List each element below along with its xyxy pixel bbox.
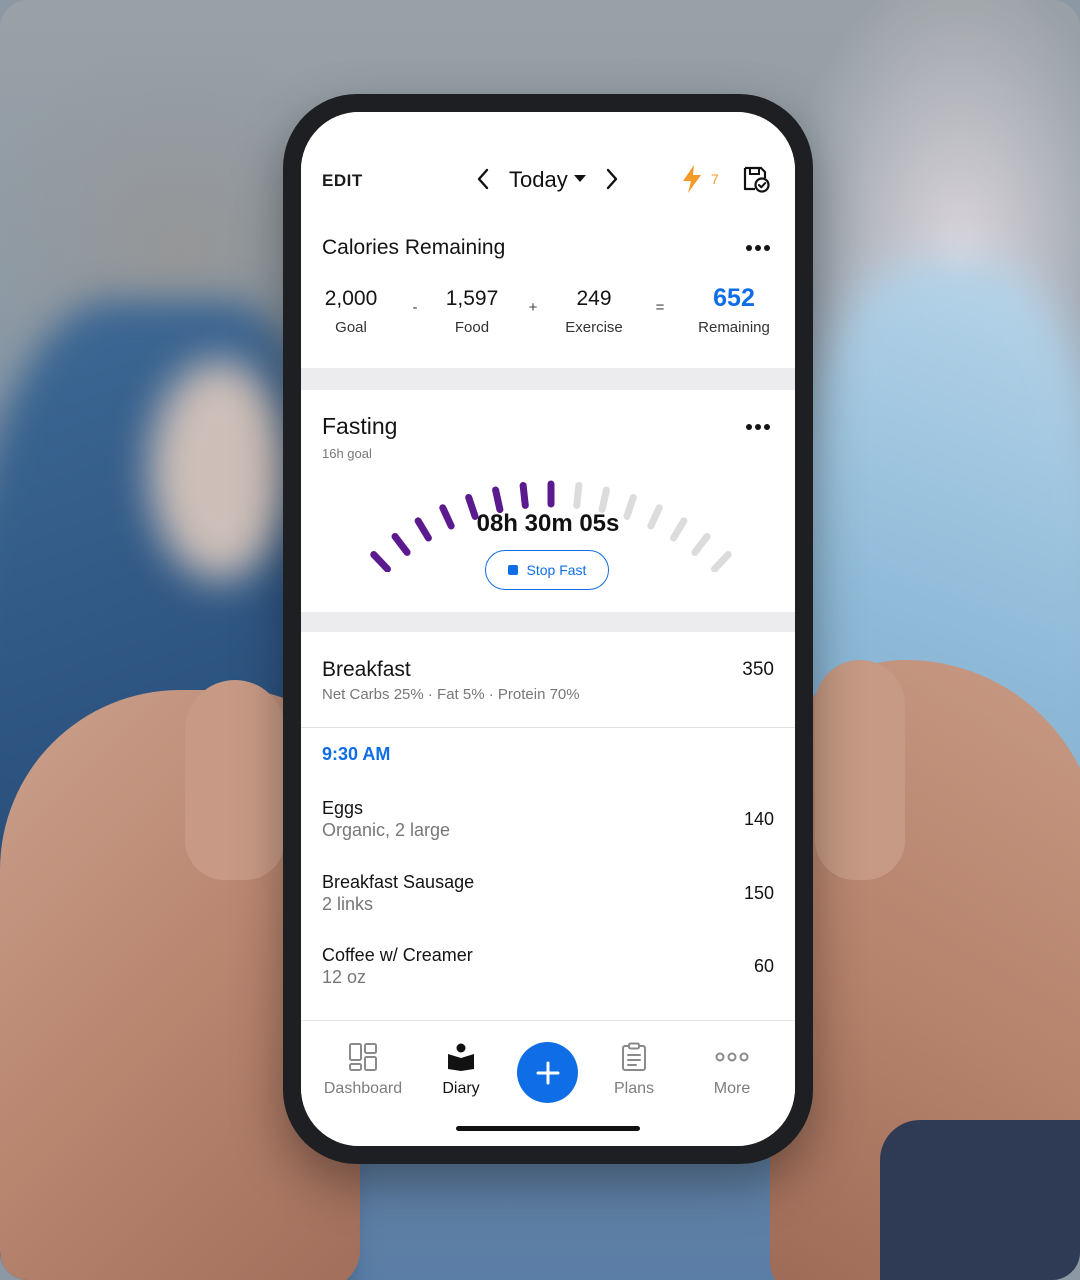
stop-square-icon [507, 565, 518, 575]
food-name: Coffee w/ Creamer [322, 945, 473, 965]
gauge-segment [598, 486, 610, 514]
plus-icon [536, 1061, 559, 1084]
lightning-bolt-icon[interactable] [681, 164, 703, 194]
list-item[interactable]: Coffee w/ Creamer 12 oz 60 [301, 945, 795, 1005]
food-calories: 140 [743, 809, 774, 829]
food-description: 2 links [322, 894, 374, 914]
chevron-left-icon[interactable] [468, 164, 498, 194]
calories-food-value: 1,597 [445, 287, 499, 310]
food-calories: 60 [753, 956, 774, 976]
streak-count: 7 [711, 171, 719, 187]
chevron-right-icon[interactable] [597, 164, 627, 194]
tab-plans[interactable]: Plans [584, 1042, 684, 1098]
meal-time: 9:30 AM [322, 744, 391, 764]
calories-remaining-label: Remaining [698, 319, 770, 336]
fasting-timer: 08h 30m 05s [476, 510, 620, 537]
tab-label: Plans [613, 1080, 655, 1097]
tab-label: More [713, 1080, 751, 1097]
clipboard-icon [622, 1042, 646, 1071]
diary-book-icon [448, 1043, 474, 1071]
gauge-segment [691, 532, 711, 556]
calories-remaining-value: 652 [713, 284, 755, 312]
tab-label: Diary [442, 1080, 480, 1097]
tab-more[interactable]: More [682, 1042, 782, 1098]
home-indicator [456, 1126, 640, 1131]
phone-screen: EDIT Today 7 Calories Remaining 2,000 Go… [301, 112, 795, 1146]
calories-goal-label: Goal [335, 319, 367, 336]
tab-diary[interactable]: Diary [411, 1042, 511, 1098]
calories-exercise-label: Exercise [565, 319, 623, 336]
fasting-title: Fasting [322, 413, 398, 439]
tab-dashboard[interactable]: Dashboard [313, 1042, 413, 1098]
add-entry-button[interactable] [517, 1042, 578, 1103]
dashboard-icon [349, 1043, 377, 1071]
edit-button[interactable]: EDIT [322, 171, 363, 191]
stop-fast-label: Stop Fast [526, 562, 587, 578]
meal-macros: Net Carbs 25% · Fat 5% · Protein 70% [322, 686, 580, 703]
food-calories: 150 [743, 883, 774, 903]
food-name: Breakfast Sausage [322, 872, 475, 892]
food-description: 12 oz [322, 967, 367, 987]
list-item[interactable]: Eggs Organic, 2 large 140 [301, 798, 795, 858]
tab-label: Dashboard [323, 1080, 403, 1097]
meal-calories: 350 [742, 659, 774, 680]
gauge-segment [391, 532, 411, 556]
date-selector[interactable]: Today [509, 167, 568, 193]
stop-fast-button[interactable]: Stop Fast [485, 550, 609, 590]
meal-title: Breakfast [322, 658, 411, 681]
caret-down-icon[interactable] [574, 175, 586, 182]
calories-exercise-value: 249 [576, 287, 612, 310]
calories-title: Calories Remaining [322, 236, 506, 259]
more-options-icon[interactable] [746, 243, 772, 253]
gauge-segment [670, 517, 688, 542]
gauge-segment [573, 482, 583, 509]
gauge-segment [414, 517, 432, 542]
calories-food-label: Food [454, 319, 490, 336]
more-dots-icon [715, 1052, 749, 1062]
section-divider [301, 368, 795, 390]
plus-operator: + [528, 299, 538, 316]
gauge-segment [370, 551, 391, 572]
equals-operator: = [655, 299, 665, 316]
gauge-segment [519, 482, 529, 509]
food-description: Organic, 2 large [322, 820, 451, 840]
list-item[interactable]: Breakfast Sausage 2 links 150 [301, 872, 795, 932]
food-name: Eggs [322, 798, 364, 818]
fasting-more-options-icon[interactable] [746, 422, 772, 432]
gauge-segment [711, 551, 732, 572]
gauge-segment [492, 486, 504, 514]
save-check-icon[interactable] [742, 165, 770, 193]
section-divider [301, 612, 795, 632]
calories-goal-value: 2,000 [324, 287, 378, 310]
top-bar [301, 112, 795, 212]
